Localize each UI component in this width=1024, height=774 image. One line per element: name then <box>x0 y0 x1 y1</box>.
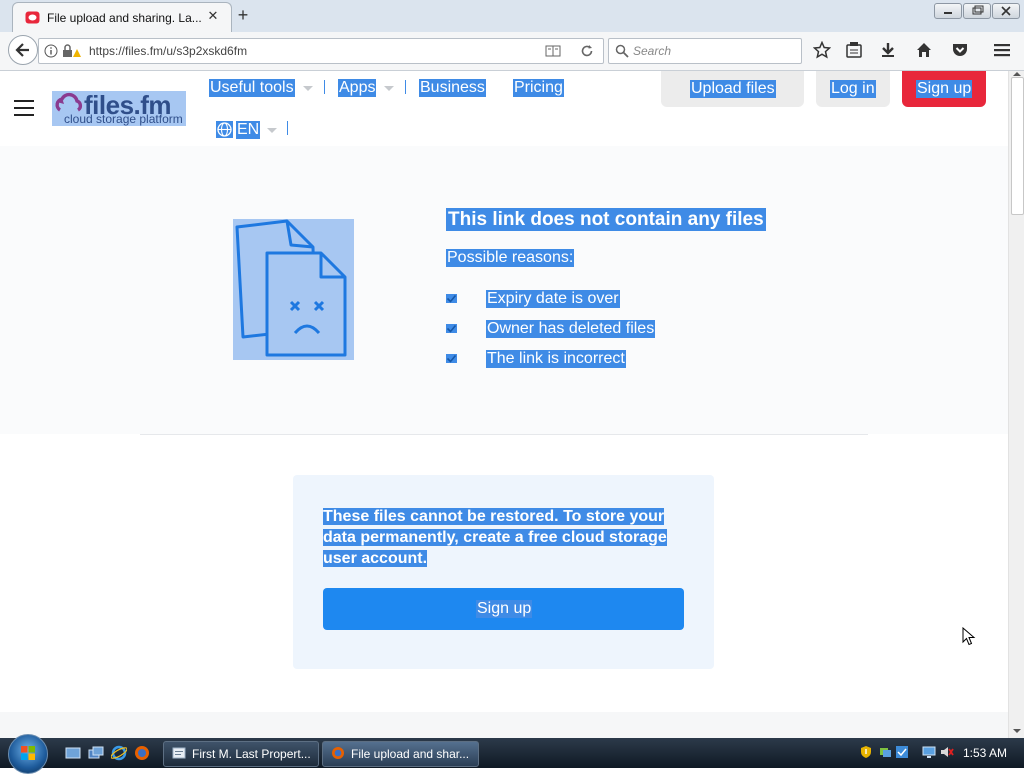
scroll-down-arrow-icon[interactable] <box>1012 728 1022 734</box>
tab-title: File upload and sharing. La... <box>47 11 202 25</box>
taskbar-item-firefox[interactable]: File upload and shar... <box>322 741 479 767</box>
menu-hamburger-icon[interactable] <box>993 41 1011 59</box>
globe-icon[interactable] <box>216 121 233 138</box>
language-selector[interactable]: EN <box>236 121 261 139</box>
page-scrollbar[interactable] <box>1008 71 1024 738</box>
reader-view-icon[interactable] <box>545 44 561 58</box>
nav-useful-tools[interactable]: Useful tools <box>209 79 295 97</box>
volume-muted-icon[interactable] <box>940 745 954 759</box>
files-fm-favicon-icon <box>25 11 40 24</box>
site-menu-icon[interactable] <box>14 100 34 118</box>
footer-strip <box>0 712 1008 738</box>
taskbar-item-label: File upload and shar... <box>351 747 470 761</box>
restore-message-text: These files cannot be restored. To store… <box>323 508 667 567</box>
check-icon <box>446 324 457 333</box>
internet-explorer-icon[interactable] <box>111 745 127 761</box>
downloads-icon[interactable] <box>879 41 897 59</box>
info-icon[interactable] <box>44 44 58 58</box>
address-bar[interactable]: https://files.fm/u/s3p2xskd6fm <box>38 38 604 64</box>
page-content: This link does not contain any files Pos… <box>0 146 1008 738</box>
new-tab-icon[interactable]: + <box>235 5 251 26</box>
apps-chevron-down-icon[interactable] <box>384 86 394 91</box>
show-desktop-icon[interactable] <box>65 745 81 761</box>
restore-window-button[interactable] <box>963 3 991 19</box>
taskbar-item-label: First M. Last Propert... <box>192 747 311 761</box>
lock-warning-icon[interactable] <box>61 43 81 59</box>
display-icon[interactable] <box>922 745 936 759</box>
start-button[interactable] <box>8 734 48 774</box>
document-window-icon <box>172 746 186 760</box>
logo-tagline: cloud storage platform <box>64 112 183 126</box>
windows-update-icon[interactable] <box>895 745 909 759</box>
restore-message: These files cannot be restored. To store… <box>323 506 693 569</box>
nav-pricing[interactable]: Pricing <box>513 79 564 97</box>
upload-files-label: Upload files <box>690 80 776 98</box>
login-label: Log in <box>830 80 876 98</box>
security-shield-icon[interactable] <box>859 745 873 759</box>
upload-files-button[interactable]: Upload files <box>661 71 804 107</box>
reasons-label: Possible reasons: <box>446 249 575 267</box>
search-placeholder: Search <box>633 44 672 58</box>
tab-close-icon[interactable]: ✕ <box>206 9 220 23</box>
header-signup-label: Sign up <box>916 80 973 98</box>
windows-taskbar: First M. Last Propert... File upload and… <box>0 734 1024 774</box>
nav-separator <box>324 80 325 94</box>
site-header: files.fm cloud storage platform Useful t… <box>0 71 1008 147</box>
reason-text: Expiry date is over <box>486 290 620 308</box>
switch-windows-icon[interactable] <box>88 745 104 761</box>
bookmark-star-icon[interactable] <box>813 41 831 59</box>
broken-files-icon <box>233 219 354 360</box>
check-icon <box>446 354 457 363</box>
system-clock[interactable]: 1:53 AM <box>963 746 1007 760</box>
restore-info-card: These files cannot be restored. To store… <box>293 475 714 669</box>
header-signup-button[interactable]: Sign up <box>902 71 986 107</box>
nav-apps[interactable]: Apps <box>338 79 377 97</box>
language-chevron-down-icon[interactable] <box>267 128 277 133</box>
card-signup-button[interactable]: Sign up <box>323 588 684 630</box>
browser-tab[interactable]: File upload and sharing. La... ✕ <box>12 2 232 33</box>
reason-text: The link is incorrect <box>486 350 626 368</box>
nav-separator <box>405 80 406 94</box>
search-icon <box>615 44 629 58</box>
card-signup-label: Sign up <box>476 600 533 618</box>
nav-separator <box>287 121 288 135</box>
url-text: https://files.fm/u/s3p2xskd6fm <box>89 44 248 58</box>
bookmarks-library-icon[interactable] <box>845 41 863 59</box>
home-icon[interactable] <box>915 41 933 59</box>
error-section: This link does not contain any files Pos… <box>0 146 1008 434</box>
section-divider <box>140 434 868 435</box>
useful-tools-chevron-down-icon[interactable] <box>303 86 313 91</box>
back-arrow-icon[interactable] <box>8 35 38 65</box>
reload-icon[interactable] <box>579 43 595 59</box>
navigation-toolbar: https://files.fm/u/s3p2xskd6fm Search <box>0 32 1024 71</box>
error-title: This link does not contain any files <box>446 208 766 231</box>
check-icon <box>446 294 457 303</box>
pocket-icon[interactable] <box>951 41 969 59</box>
taskbar-item-document[interactable]: First M. Last Propert... <box>163 741 319 767</box>
login-button[interactable]: Log in <box>816 71 890 107</box>
mouse-cursor-icon <box>962 627 976 647</box>
close-window-button[interactable] <box>992 3 1020 19</box>
network-status-icon[interactable] <box>878 745 892 759</box>
search-bar[interactable]: Search <box>608 38 802 64</box>
nav-business[interactable]: Business <box>419 79 486 97</box>
minimize-window-button[interactable] <box>934 3 962 19</box>
browser-chrome: File upload and sharing. La... ✕ + https… <box>0 0 1024 71</box>
reason-text: Owner has deleted files <box>486 320 656 338</box>
scroll-thumb[interactable] <box>1011 77 1024 215</box>
firefox-window-icon <box>331 746 345 760</box>
firefox-quicklaunch-icon[interactable] <box>134 745 150 761</box>
files-fm-logo[interactable]: files.fm cloud storage platform <box>52 90 186 126</box>
